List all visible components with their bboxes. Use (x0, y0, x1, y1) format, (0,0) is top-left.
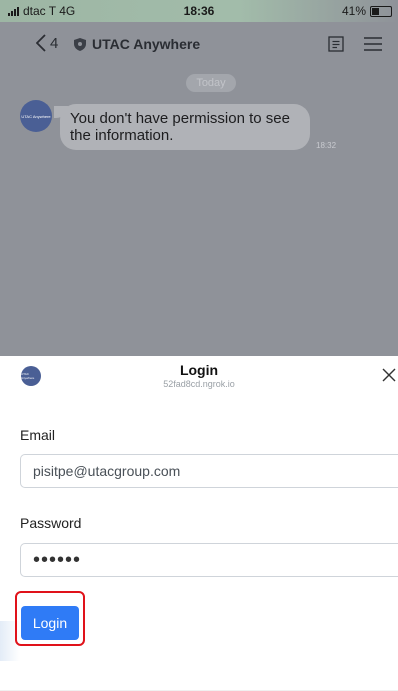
message-text: You don't have permission to see the inf… (70, 110, 290, 144)
battery-icon (370, 5, 392, 17)
nav-actions (328, 36, 382, 52)
battery-percent: 41% (341, 4, 366, 18)
password-field[interactable] (20, 543, 398, 577)
bot-avatar-text: UTAC Anywhere (21, 113, 51, 119)
message-bubble: You don't have permission to see the inf… (54, 104, 310, 150)
notes-icon[interactable] (328, 36, 344, 52)
email-field[interactable] (20, 454, 398, 488)
status-time: 18:36 (183, 4, 215, 18)
sheet-header: UTAC Anywhere Login 52fad8cd.ngrok.io (0, 356, 398, 398)
chat-nav-bar: 4 UTAC Anywhere (0, 28, 398, 62)
login-sheet: UTAC Anywhere Login 52fad8cd.ngrok.io Em… (0, 356, 398, 691)
date-divider: Today (186, 74, 236, 92)
bot-avatar: UTAC Anywhere (20, 100, 52, 132)
battery-info: 41% (342, 4, 392, 18)
status-bar: dtac T 4G 18:36 41% (0, 0, 398, 22)
chat-title-text: UTAC Anywhere (92, 36, 201, 52)
sheet-title: Login (179, 362, 219, 378)
password-label: Password (20, 515, 82, 531)
message-time: 18:32 (316, 141, 337, 150)
close-icon[interactable] (381, 367, 397, 383)
login-button-highlight (15, 591, 85, 646)
sheet-domain: 52fad8cd.ngrok.io (163, 379, 235, 389)
email-label: Email (20, 427, 56, 443)
back-button[interactable]: 4 (36, 34, 58, 52)
shield-icon (74, 37, 86, 51)
back-count: 4 (50, 34, 59, 52)
chat-background: dtac T 4G 18:36 41% 4 UTAC Anywhere Toda… (0, 0, 398, 356)
chat-title: UTAC Anywhere (74, 36, 200, 52)
menu-icon[interactable] (364, 36, 382, 52)
chevron-left-icon (36, 34, 46, 52)
